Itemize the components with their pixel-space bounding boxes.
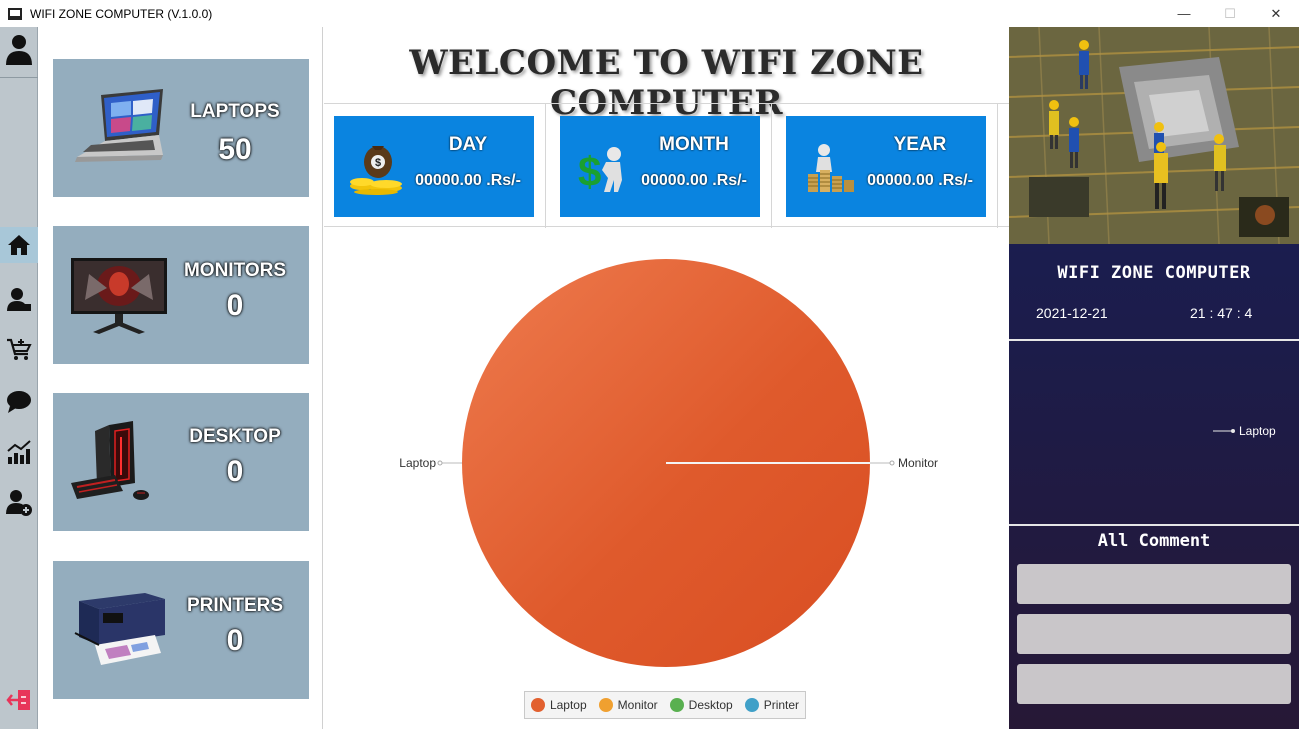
current-date: 2021-12-21 [1036,305,1108,321]
legend-item-printer: Printer [744,698,800,712]
stat-label: YEAR [893,134,947,155]
maximize-button[interactable]: ☐ [1207,0,1253,27]
legend-item-laptop: Laptop [530,698,587,712]
chat-icon[interactable] [0,384,38,420]
brand-title: WIFI ZONE COMPUTER [1057,263,1251,283]
comment-item[interactable] [1017,614,1291,654]
monitors-card[interactable]: MONITORS 0 [53,226,309,364]
comment-item[interactable] [1017,564,1291,604]
stat-divider [997,104,998,228]
stat-value: 00000.00 .Rs/- [867,172,973,189]
card-value: 0 [226,455,244,488]
pie-label-laptop: Laptop [399,456,462,470]
desktop-image [71,421,149,500]
comments-heading: All Comment [1097,531,1211,551]
home-icon[interactable] [0,227,38,263]
circuit-board-photo [1009,27,1299,244]
card-value: 0 [226,624,244,657]
window-title: WIFI ZONE COMPUTER (V.1.0.0) [30,6,213,21]
stat-label: MONTH [659,134,729,155]
pie-chart-svg: Laptop Monitor [399,259,938,667]
legend-swatch [530,698,545,712]
card-label: LAPTOPS [190,101,280,122]
legend-swatch [598,698,613,712]
desktop-card[interactable]: DESKTOP 0 [53,393,309,531]
divider [1009,524,1299,526]
laptops-card[interactable]: LAPTOPS 50 [53,59,309,197]
printers-card[interactable]: PRINTERS 0 [53,561,309,699]
year-sales-card[interactable]: YEAR 00000.00 .Rs/- [786,116,986,217]
card-label: DESKTOP [189,426,281,447]
inventory-cards: LAPTOPS 50 MONITORS 0 DESKTOP 0 PRINTERS… [39,27,323,729]
dollar-figure-icon: $ [578,147,622,195]
current-time: 21 : 47 : 4 [1190,305,1253,321]
legend-label: Desktop [688,698,733,712]
right-panel: WIFI ZONE COMPUTER 2021-12-21 21 : 47 : … [1009,27,1299,729]
app-icon [8,7,22,20]
svg-text:$: $ [375,157,381,169]
printer-image [74,593,165,665]
stat-divider [545,104,546,228]
add-user-icon[interactable] [0,485,38,521]
svg-text:Laptop: Laptop [399,456,436,470]
mini-pie-chart: Laptop [1213,424,1276,438]
legend-label: Laptop [549,698,587,712]
analytics-icon[interactable] [0,434,38,470]
card-label: MONITORS [183,260,287,281]
legend-item-monitor: Monitor [598,698,658,712]
stat-value: 00000.00 .Rs/- [415,172,521,189]
divider [1009,339,1299,341]
mini-chart-label: Laptop [1239,424,1276,438]
window-controls: — ☐ ✕ [1161,0,1299,27]
card-value: 50 [218,133,252,166]
inventory-pie-chart: Laptop Monitor [324,228,1009,729]
stat-divider [771,104,772,228]
svg-text:$: $ [578,148,601,195]
pie-label-monitor: Monitor [870,456,938,470]
comment-item[interactable] [1017,664,1291,704]
logout-icon[interactable] [0,682,38,718]
day-sales-card[interactable]: $ DAY 00000.00 .Rs/- [334,116,534,217]
card-label: PRINTERS [186,595,284,616]
close-button[interactable]: ✕ [1253,0,1299,27]
sidebar-divider [0,77,38,78]
coins-figure-icon [808,144,854,192]
legend-swatch [669,698,684,712]
add-cart-icon[interactable] [0,332,38,368]
money-bag-icon: $ [350,146,402,195]
minimize-button[interactable]: — [1161,0,1207,27]
month-sales-card[interactable]: $ MONTH 00000.00 .Rs/- [560,116,760,217]
mini-chart-leader-dot [1231,429,1235,433]
stat-label: DAY [448,134,488,155]
user-icon[interactable] [0,31,38,67]
sales-stats: $ DAY 00000.00 .Rs/- $ MONTH 00000.00 .R… [324,103,1009,228]
laptop-image [75,89,163,162]
chart-legend: Laptop Monitor Desktop Printer [524,691,806,719]
legend-item-desktop: Desktop [669,698,733,712]
main-content: WELCOME TO WIFI ZONE COMPUTER $ DAY 0000… [324,27,1009,729]
svg-text:Monitor: Monitor [898,456,938,470]
icon-sidebar [0,27,38,729]
card-value: 0 [226,289,244,322]
legend-label: Monitor [617,698,658,712]
stat-value: 00000.00 .Rs/- [641,172,747,189]
legend-label: Printer [763,698,800,712]
legend-swatch [744,698,759,712]
manage-users-icon[interactable] [0,282,38,318]
title-bar: WIFI ZONE COMPUTER (V.1.0.0) — ☐ ✕ [0,0,1299,27]
monitor-image [71,258,167,334]
